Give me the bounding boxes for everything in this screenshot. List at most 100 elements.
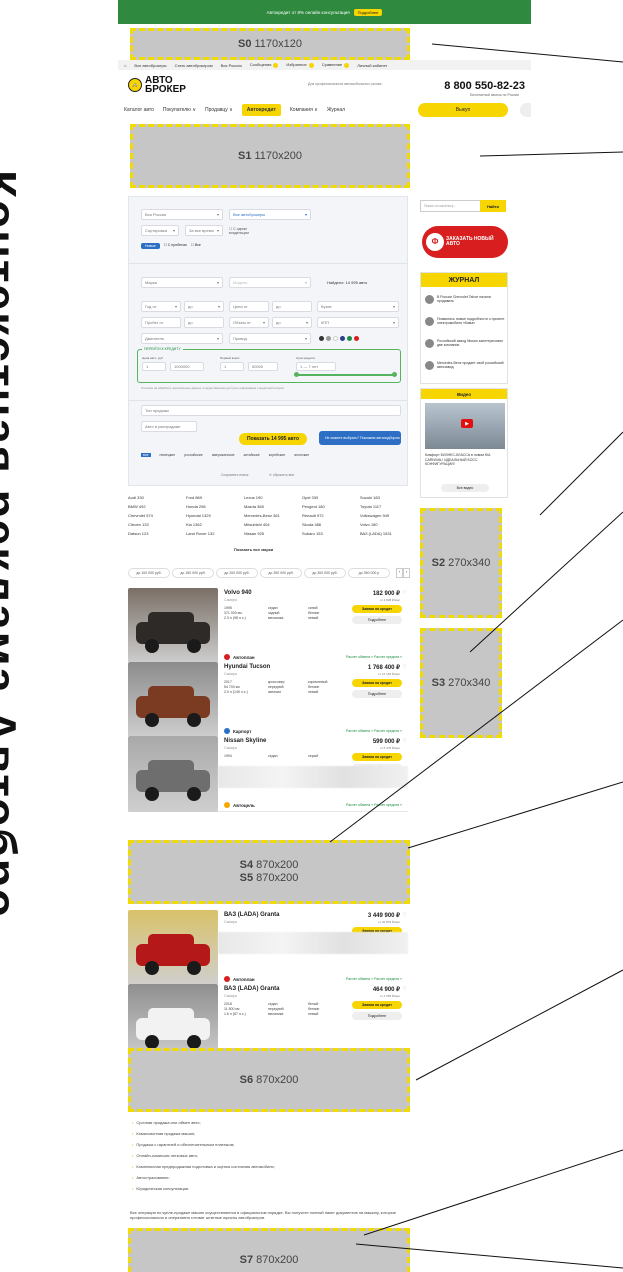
origin-japanese[interactable]: японские (294, 453, 309, 457)
nav-all-brokers[interactable]: Все автоброкеры (134, 63, 166, 68)
play-icon[interactable]: ▶ (461, 419, 473, 428)
origin-russian[interactable]: российские (184, 453, 203, 457)
color-black[interactable] (319, 336, 324, 341)
credit-request-button[interactable]: Заявка на кредит (352, 679, 402, 687)
engine-select[interactable]: Двигатель ▾ (141, 333, 223, 344)
term-input[interactable]: 1 — 7 лет (296, 362, 336, 371)
sale-type-input[interactable]: Тип продажи (141, 405, 401, 416)
journal-item[interactable]: В России Chevrolet Tahoe начали продават… (425, 295, 507, 304)
nav-region[interactable]: Вся Россия (221, 63, 242, 68)
year-to[interactable]: до ▾ (184, 301, 224, 312)
menu-seller[interactable]: Продавцу ∨ (205, 107, 233, 113)
calc-links[interactable]: Расчет обмена » Расчет кредита » (346, 655, 402, 659)
volume-to[interactable]: до ▾ (272, 317, 312, 328)
favorite-heart-icon[interactable]: ♡ (403, 912, 407, 918)
volume-from[interactable]: Объем от ▾ (229, 317, 269, 328)
details-button[interactable]: Подробнее (352, 1012, 402, 1020)
color-green[interactable] (347, 336, 352, 341)
credit-request-button[interactable]: Заявка на кредит (352, 605, 402, 613)
brand-link[interactable]: Kia 1362 (186, 522, 202, 527)
body-select[interactable]: Кузов ▾ (317, 301, 399, 312)
price-to[interactable]: до (272, 301, 312, 312)
credit-request-button[interactable]: Заявка на кредит (352, 1001, 402, 1009)
brand-link[interactable]: Peugeot 180 (302, 504, 325, 509)
transmission-select[interactable]: КПП ▾ (317, 317, 399, 328)
brand-link[interactable]: Suzuki 183 (360, 495, 380, 500)
brand-link[interactable]: Volkswagen 949 (360, 513, 389, 518)
first-payment-min[interactable]: 1 (220, 362, 244, 371)
region-select[interactable]: Вся Россия ▾ (141, 209, 223, 220)
term-slider-track[interactable] (296, 374, 396, 376)
car-title[interactable]: ВАЗ (LADA) Granta (224, 912, 279, 918)
brand-link[interactable]: Toyota 1117 (360, 504, 381, 509)
origin-all[interactable]: все (141, 453, 151, 457)
journal-item[interactable]: Появились новые подробности о проекте эл… (425, 317, 507, 326)
dealer-name[interactable]: Автоплан (224, 654, 255, 660)
color-white[interactable] (333, 336, 338, 341)
mileage-from[interactable]: Пробег от (141, 317, 181, 328)
car-title[interactable]: Nissan Skyline (224, 738, 266, 744)
brand-link[interactable]: Mazda 365 (244, 504, 264, 509)
car-photo[interactable] (128, 910, 218, 986)
color-red[interactable] (354, 336, 359, 341)
period-select[interactable]: За все время ▾ (185, 225, 223, 236)
brand-link[interactable]: Land Rover 132 (186, 531, 214, 536)
video-thumbnail[interactable]: ▶ (425, 403, 505, 449)
brand-link[interactable]: Chevrolet 574 (128, 513, 153, 518)
price-chip[interactable]: до 250 000 руб. (260, 568, 302, 578)
phone-number[interactable]: 8 800 550-82-23 (444, 80, 525, 92)
in-stock-button[interactable]: Авто в распродаже (141, 421, 197, 432)
origin-american[interactable]: американские (212, 453, 235, 457)
catalog-search-button[interactable]: Найти (480, 200, 506, 212)
help-banner[interactable]: Не можете выбрать? Поможем автоподбором (319, 431, 401, 445)
car-card[interactable]: Hyundai Tucson Самара 2017 54 700 км 2.0… (128, 662, 408, 738)
details-button[interactable]: Подробнее (352, 690, 402, 698)
header-search-input[interactable] (520, 103, 531, 117)
car-title[interactable]: ВАЗ (LADA) Granta (224, 986, 279, 992)
price-from[interactable]: Цена от (229, 301, 269, 312)
price-chip[interactable]: до 200 000 руб. (216, 568, 258, 578)
show-all-brands-link[interactable]: Показать все марки (234, 547, 273, 552)
price-chip[interactable]: до 350 000 р (348, 568, 390, 578)
menu-company[interactable]: Компания ∨ (290, 107, 318, 113)
color-gray[interactable] (326, 336, 331, 341)
brand-link[interactable]: Ford 869 (186, 495, 202, 500)
chips-next-arrow[interactable]: › (403, 568, 410, 578)
brand-link[interactable]: Mitsubishi 404 (244, 522, 270, 527)
origin-chinese[interactable]: китайские (244, 453, 260, 457)
menu-buyer[interactable]: Покупателю ∨ (163, 107, 196, 113)
color-blue[interactable] (340, 336, 345, 341)
show-results-button[interactable]: Показать 14 995 авто (239, 433, 307, 445)
nav-compare[interactable]: Сравнение (322, 62, 350, 68)
favorite-heart-icon[interactable]: ♡ (403, 664, 407, 670)
dealer-name[interactable]: Карпорт (224, 728, 251, 734)
calc-links[interactable]: Расчет обмена » Расчет кредита » (346, 803, 402, 807)
all-video-button[interactable]: Все видео (441, 484, 489, 492)
brand-link[interactable]: Citroen 133 (128, 522, 149, 527)
year-from[interactable]: Год от ▾ (141, 301, 181, 312)
favorite-heart-icon[interactable]: ♡ (403, 590, 407, 596)
drive-select[interactable]: Привод ▾ (229, 333, 311, 344)
brand-select[interactable]: Марка ▾ (141, 277, 223, 288)
brand-link[interactable]: Opel 330 (302, 495, 318, 500)
brand-link[interactable]: Subaru 153 (302, 531, 323, 536)
dealer-name[interactable]: Автоцель (224, 802, 255, 808)
buyout-button[interactable]: Выкуп (418, 103, 508, 117)
brand-link[interactable]: Mercedes-Benz 361 (244, 513, 280, 518)
chips-prev-arrow[interactable]: ‹ (396, 568, 403, 578)
sort-select[interactable]: Сортировка ▾ (141, 225, 179, 236)
brand-link[interactable]: Audi 330 (128, 495, 144, 500)
calc-links[interactable]: Расчет обмена » Расчет кредита » (346, 729, 402, 733)
car-photo[interactable] (128, 588, 218, 664)
site-logo[interactable]: 🚕 АВТО БРОКЕР (128, 76, 186, 95)
video-caption[interactable]: Комфорт БИЗНЕС-КЛАССА в новом KIA CARNIV… (425, 453, 507, 467)
car-card[interactable]: Volvo 940 Самара 1995 371 000 км 2.3 л (… (128, 588, 408, 664)
promo-button[interactable]: Подробнее (353, 8, 383, 16)
reset-filters-link[interactable]: ✕ сбросить все (269, 473, 294, 477)
mileage-to[interactable]: до (184, 317, 224, 328)
origin-german[interactable]: немецкие (160, 453, 176, 457)
save-search-link[interactable]: Сохранить поиск (221, 473, 248, 477)
nav-account[interactable]: Личный кабинет (357, 63, 387, 68)
brand-link[interactable]: ВАЗ (LADA) 1531 (360, 531, 392, 536)
nav-favorites[interactable]: Избранное (286, 62, 314, 68)
